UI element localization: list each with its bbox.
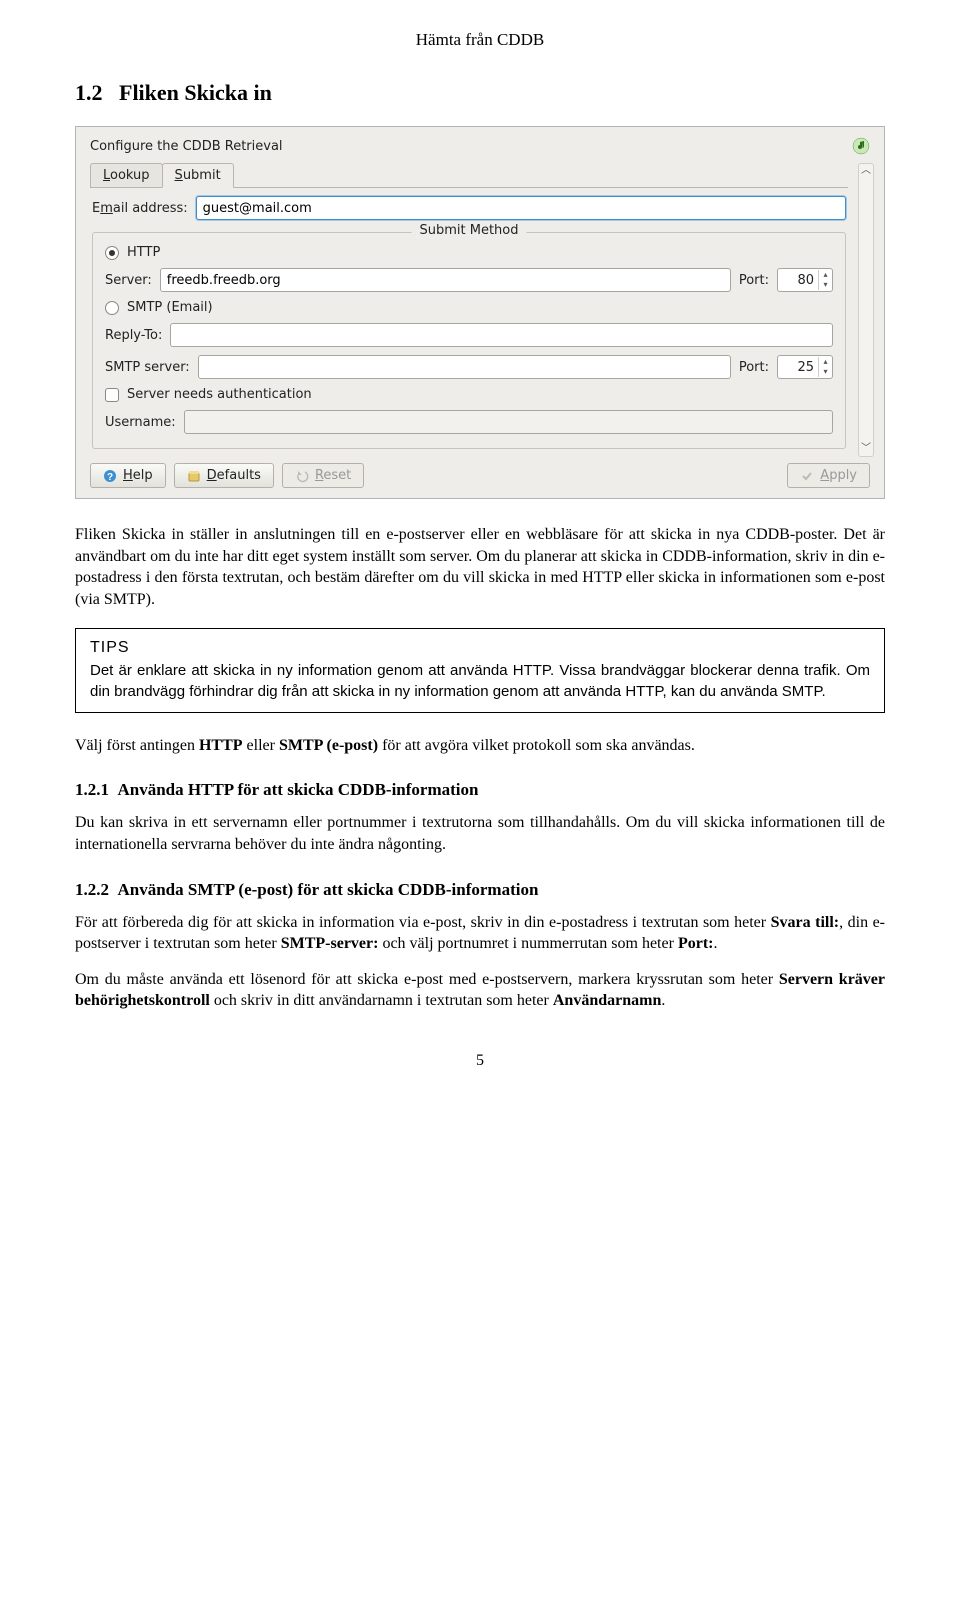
http-port-spinbox[interactable]: 80 ▴▾ [777,268,833,292]
subsection-smtp: 1.2.2 Använda SMTP (e-post) för att skic… [75,880,885,900]
help-icon: ? [103,469,117,483]
submit-method-group: Submit Method HTTP Server: Port: 80 [92,232,846,449]
page-header: Hämta från CDDB [75,30,885,50]
username-field[interactable] [184,410,833,434]
page-number: 5 [75,1052,885,1070]
email-label: Email address: [92,201,188,216]
cddb-config-screenshot: Configure the CDDB Retrieval Lookup Subm… [75,126,885,499]
paragraph-choose: Välj först antingen HTTP eller SMTP (e-p… [75,735,885,757]
smtp-server-label: SMTP server: [105,360,190,375]
submit-method-legend: Submit Method [411,223,526,238]
radio-smtp-label: SMTP (Email) [127,300,213,315]
auth-label: Server needs authentication [127,387,312,402]
radio-http-label: HTTP [127,245,160,260]
tab-submit[interactable]: Submit [162,163,234,188]
subsection-http: 1.2.1 Använda HTTP för att skicka CDDB-i… [75,780,885,800]
scroll-up-icon: ︿ [861,166,871,176]
scroll-down-icon: ﹀ [861,444,871,454]
apply-button[interactable]: Apply [787,463,870,488]
undo-icon [295,469,309,483]
paragraph-http: Du kan skriva in ett servernamn eller po… [75,812,885,855]
defaults-button[interactable]: Defaults [174,463,274,488]
dialog-title: Configure the CDDB Retrieval [90,139,283,154]
auth-checkbox[interactable] [105,388,119,402]
tips-title: TIPS [90,639,870,657]
http-port-label: Port: [739,273,769,288]
tips-body: Det är enklare att skicka in ny informat… [90,661,870,702]
reset-button[interactable]: Reset [282,463,364,488]
http-server-field[interactable] [160,268,731,292]
tab-lookup[interactable]: Lookup [90,163,163,187]
smtp-server-field[interactable] [198,355,731,379]
server-label: Server: [105,273,152,288]
help-button[interactable]: ? Help [90,463,166,488]
check-icon [800,469,814,483]
reply-to-label: Reply-To: [105,328,162,343]
smtp-port-label: Port: [739,360,769,375]
section-title: Fliken Skicka in [119,80,272,105]
scrollbar[interactable]: ︿ ﹀ [858,163,874,457]
svg-text:?: ? [107,472,113,483]
section-heading: 1.2 Fliken Skicka in [75,80,885,106]
tips-box: TIPS Det är enklare att skicka in ny inf… [75,628,885,713]
email-field[interactable] [196,196,846,220]
section-number: 1.2 [75,80,103,105]
music-cd-icon [852,137,870,155]
reply-to-field[interactable] [170,323,833,347]
smtp-port-spinbox[interactable]: 25 ▴▾ [777,355,833,379]
paragraph-intro: Fliken Skicka in ställer in anslutningen… [75,524,885,610]
defaults-icon [187,469,201,483]
username-label: Username: [105,415,176,430]
paragraph-smtp-auth: Om du måste använda ett lösenord för att… [75,969,885,1012]
radio-smtp[interactable] [105,301,119,315]
paragraph-smtp-prep: För att förbereda dig för att skicka in … [75,912,885,955]
radio-http[interactable] [105,246,119,260]
